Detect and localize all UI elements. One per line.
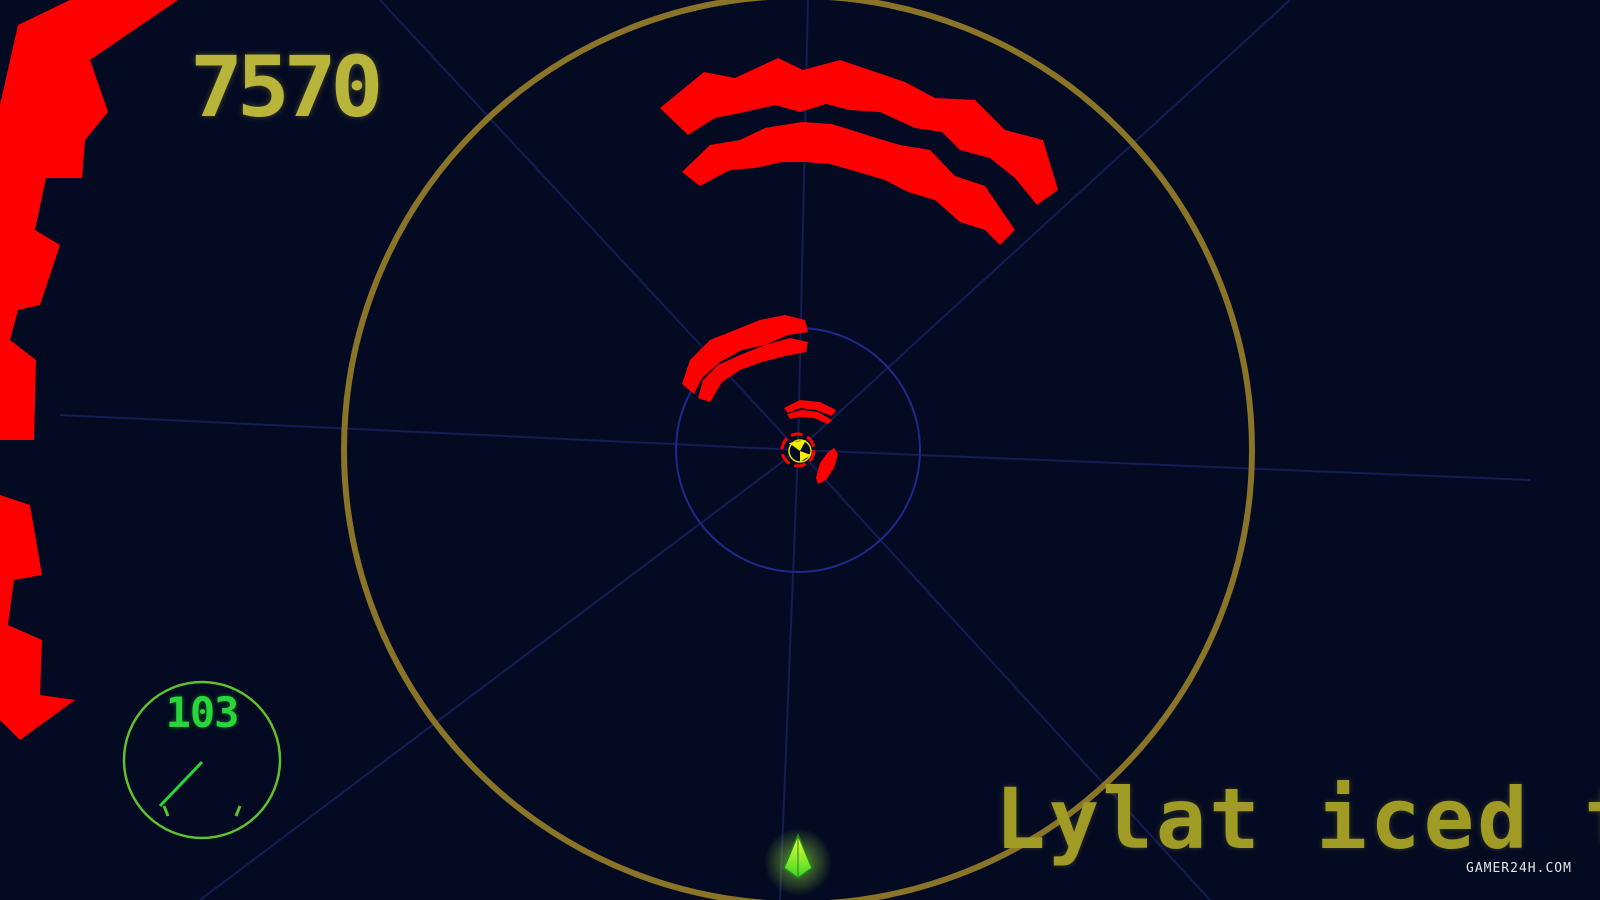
hazard-arc-center [682,315,838,484]
speed-value: 103 [165,688,240,737]
player-ship-icon[interactable] [764,828,832,896]
watermark: GAMER24H.COM [1466,861,1572,876]
left-hazard-wall [0,0,178,740]
score-display: 7570 [190,38,384,136]
song-title: Lylat iced tea [995,770,1600,868]
gauge-needle-icon [158,760,204,808]
hazard-arc-large [660,58,1058,245]
game-screen[interactable]: 7570 103 Lylat iced tea GAMER24H.COM [0,0,1600,900]
speed-gauge: 103 [120,678,284,842]
